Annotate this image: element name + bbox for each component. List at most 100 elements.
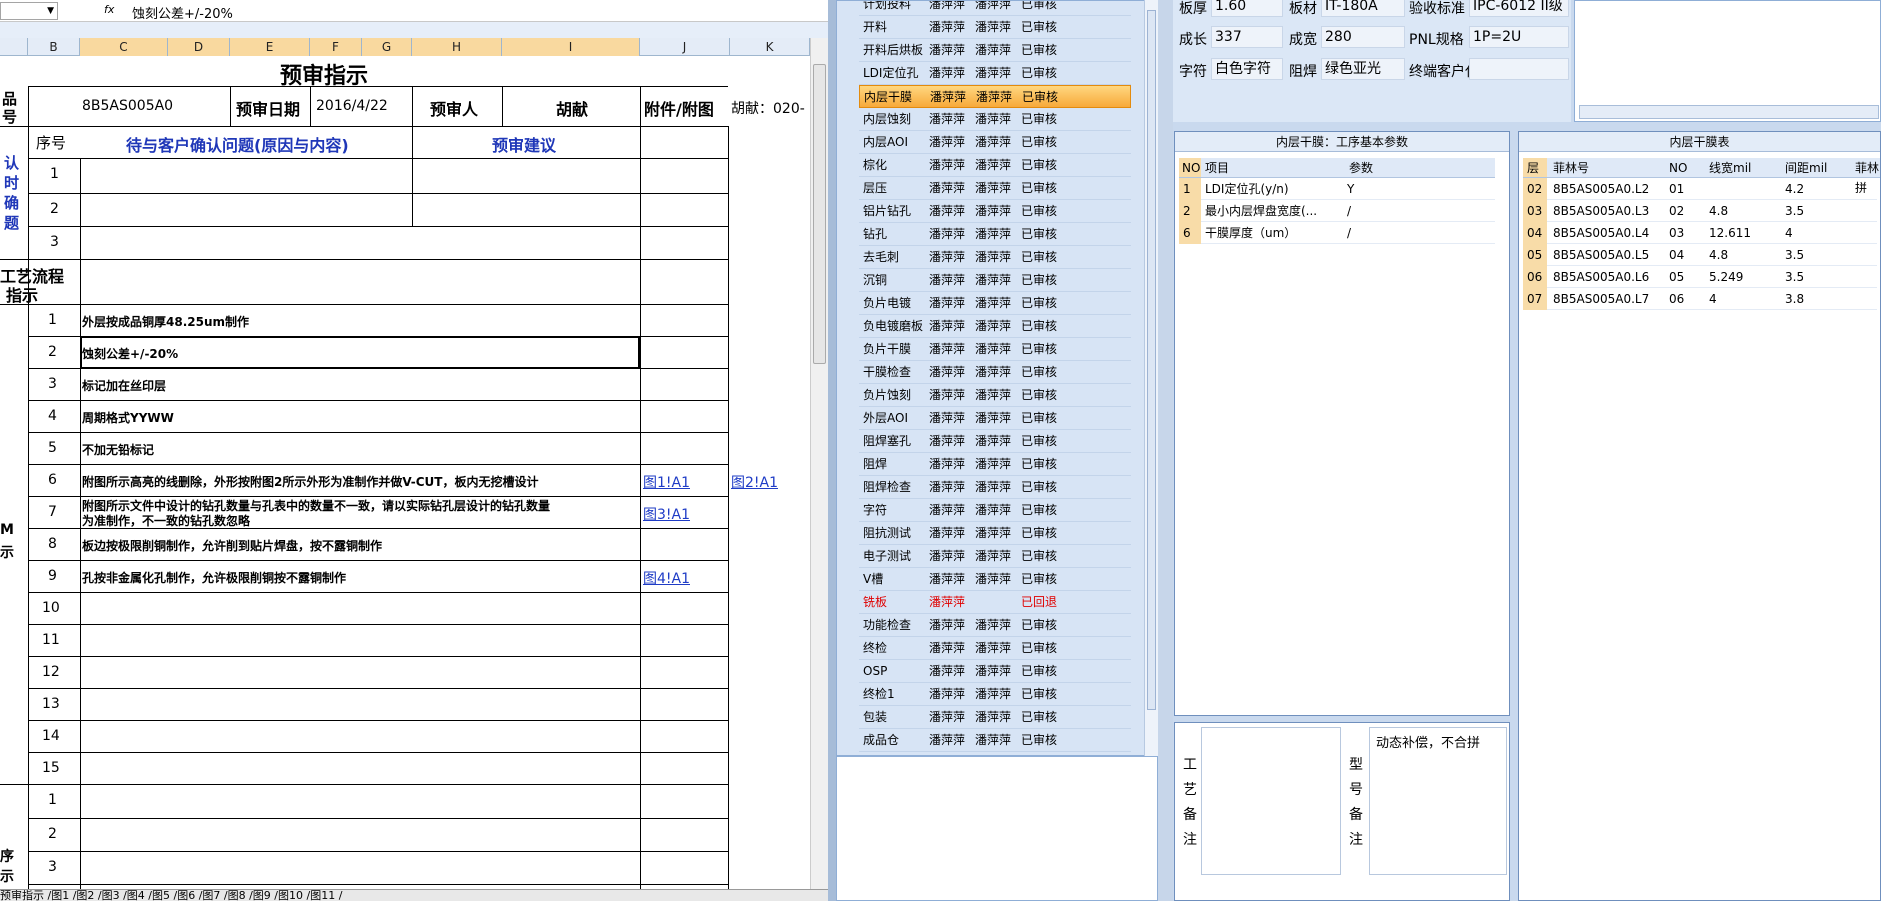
process-row[interactable]: 负电镀磨板 潘萍萍 潘萍萍 已审核 <box>859 315 1131 338</box>
instr-text[interactable]: 附图所示高亮的线删除，外形按附图2所示外形为准制作并做V-CUT，板内无挖槽设计 <box>82 473 638 490</box>
process-row[interactable]: 阻焊 潘萍萍 潘萍萍 已审核 <box>859 453 1131 476</box>
film-row[interactable]: 04 8B5AS005A0.L4 03 12.611 4 <box>1523 222 1877 244</box>
splitter[interactable] <box>828 0 836 901</box>
process-row[interactable]: 功能检查 潘萍萍 潘萍萍 已审核 <box>859 614 1131 637</box>
process-row[interactable]: 阻抗测试 潘萍萍 潘萍萍 已审核 <box>859 522 1131 545</box>
splitter[interactable] <box>1158 0 1173 901</box>
customer-field[interactable] <box>1469 58 1569 80</box>
scroll-thumb[interactable] <box>1147 10 1156 710</box>
process-row[interactable]: 内层蚀刻 潘萍萍 潘萍萍 已审核 <box>859 108 1131 131</box>
process-row[interactable]: 去毛刺 潘萍萍 潘萍萍 已审核 <box>859 246 1131 269</box>
process-row[interactable]: 开料后烘板 潘萍萍 潘萍萍 已审核 <box>859 39 1131 62</box>
instr-text[interactable]: 周期格式YYWW <box>82 409 174 426</box>
name-box[interactable]: ▼ <box>0 2 58 20</box>
sheet-tabs[interactable]: 预审指示 /图1 /图2 /图3 /图4 /图5 /图6 /图7 /图8 /图9… <box>0 889 828 901</box>
process-row[interactable]: 铣板 潘萍萍 已回退 <box>859 591 1131 614</box>
instr-text[interactable]: 孔按非金属化孔制作，允许极限削铜按不露铜制作 <box>82 569 346 586</box>
process-row[interactable]: 铝片钻孔 潘萍萍 潘萍萍 已审核 <box>859 200 1131 223</box>
process-note-field[interactable] <box>1201 727 1341 875</box>
instr-text[interactable]: 标记加在丝印层 <box>82 377 166 394</box>
thickness-field[interactable]: 1.60 <box>1211 0 1283 17</box>
column-header[interactable]: H <box>412 38 502 56</box>
col-header[interactable]: 层 <box>1523 158 1547 178</box>
instr-text[interactable]: 蚀刻公差+/-20% <box>82 345 178 362</box>
process-row[interactable]: 沉铜 潘萍萍 潘萍萍 已审核 <box>859 269 1131 292</box>
process-row[interactable]: 电子测试 潘萍萍 潘萍萍 已审核 <box>859 545 1131 568</box>
film-row[interactable]: 07 8B5AS005A0.L7 06 4 3.8 <box>1523 288 1877 310</box>
process-row[interactable]: 计划投料 潘萍萍 潘萍萍 已审核 <box>859 1 1131 16</box>
attachment-link[interactable]: 图2!A1 <box>731 472 778 492</box>
process-row[interactable]: 层压 潘萍萍 潘萍萍 已审核 <box>859 177 1131 200</box>
process-row[interactable]: 内层干膜 潘萍萍 潘萍萍 已审核 <box>859 85 1131 108</box>
film-row[interactable]: 06 8B5AS005A0.L6 05 5.249 3.5 <box>1523 266 1877 288</box>
col-header[interactable]: NO <box>1663 158 1703 178</box>
column-header[interactable]: J <box>640 38 730 56</box>
process-row[interactable]: 负片蚀刻 潘萍萍 潘萍萍 已审核 <box>859 384 1131 407</box>
process-row[interactable]: 终检 潘萍萍 潘萍萍 已审核 <box>859 637 1131 660</box>
pnl-field[interactable]: 1P=2U <box>1469 26 1569 48</box>
col-header[interactable]: 间距mil <box>1779 158 1849 178</box>
product-number[interactable]: 8B5AS005A0 <box>82 98 173 114</box>
col-header[interactable]: 参数 <box>1345 158 1495 178</box>
review-date[interactable]: 2016/4/22 <box>316 98 388 114</box>
attachment-link[interactable]: 图1!A1 <box>643 472 690 492</box>
attachment-link[interactable]: 图3!A1 <box>643 504 690 524</box>
char-field[interactable]: 白色字符 <box>1211 58 1283 80</box>
process-row[interactable]: 终检1 潘萍萍 潘萍萍 已审核 <box>859 683 1131 706</box>
column-header[interactable]: I <box>502 38 640 56</box>
process-row[interactable]: 成品仓 潘萍萍 潘萍萍 已审核 <box>859 729 1131 752</box>
column-header[interactable]: C <box>80 38 168 56</box>
standard-field[interactable]: IPC-6012 II级 <box>1469 0 1569 17</box>
reviewer-name[interactable]: 胡献 <box>556 96 588 120</box>
process-row[interactable]: V槽 潘萍萍 潘萍萍 已审核 <box>859 568 1131 591</box>
process-row[interactable]: 外层AOI 潘萍萍 潘萍萍 已审核 <box>859 407 1131 430</box>
param-row[interactable]: 1 LDI定位孔(y/n) Y <box>1179 178 1495 200</box>
column-header[interactable]: F <box>310 38 362 56</box>
material-field[interactable]: IT-180A <box>1321 0 1405 17</box>
process-row[interactable]: 棕化 潘萍萍 潘萍萍 已审核 <box>859 154 1131 177</box>
process-row[interactable]: 负片电镀 潘萍萍 潘萍萍 已审核 <box>859 292 1131 315</box>
chevron-down-icon[interactable]: ▼ <box>47 3 54 19</box>
horizontal-scrollbar[interactable] <box>1579 105 1879 119</box>
param-row[interactable]: 2 最小内层焊盘宽度(... / <box>1179 200 1495 222</box>
process-row[interactable]: 阻焊塞孔 潘萍萍 潘萍萍 已审核 <box>859 430 1131 453</box>
process-row[interactable]: 包装 潘萍萍 潘萍萍 已审核 <box>859 706 1131 729</box>
instr-text-cont[interactable]: 为准制作，不一致的钻孔数忽略 <box>82 512 250 529</box>
fx-icon[interactable]: fx <box>104 3 114 16</box>
column-header[interactable]: K <box>730 38 810 56</box>
column-header[interactable]: D <box>168 38 230 56</box>
column-header-a[interactable] <box>0 38 28 56</box>
scroll-thumb[interactable] <box>813 64 826 364</box>
process-row[interactable]: 阻焊检查 潘萍萍 潘萍萍 已审核 <box>859 476 1131 499</box>
process-row[interactable]: 负片干膜 潘萍萍 潘萍萍 已审核 <box>859 338 1131 361</box>
formula-input[interactable]: 蚀刻公差+/-20% <box>132 3 233 22</box>
instr-text[interactable]: 板边按极限削铜制作，允许削到贴片焊盘，按不露铜制作 <box>82 537 382 554</box>
process-row[interactable]: 内层AOI 潘萍萍 潘萍萍 已审核 <box>859 131 1131 154</box>
model-note-field[interactable]: 动态补偿，不合拼 <box>1369 727 1507 875</box>
process-row[interactable]: 钻孔 潘萍萍 潘萍萍 已审核 <box>859 223 1131 246</box>
column-header[interactable]: B <box>28 38 80 56</box>
col-header[interactable]: 线宽mil <box>1703 158 1779 178</box>
instr-text[interactable]: 不加无铅标记 <box>82 441 154 458</box>
process-list-scrollbar[interactable] <box>1144 0 1158 756</box>
process-row[interactable]: 字符 潘萍萍 潘萍萍 已审核 <box>859 499 1131 522</box>
col-header[interactable]: 菲林拼 <box>1849 158 1880 195</box>
film-row[interactable]: 05 8B5AS005A0.L5 04 4.8 3.5 <box>1523 244 1877 266</box>
instr-text[interactable]: 外层按成品铜厚48.25um制作 <box>82 313 249 330</box>
process-row[interactable]: 干膜检查 潘萍萍 潘萍萍 已审核 <box>859 361 1131 384</box>
col-header[interactable]: 项目 <box>1201 158 1345 178</box>
mask-field[interactable]: 绿色亚光 <box>1321 58 1405 80</box>
column-header[interactable]: E <box>230 38 310 56</box>
contact-note[interactable]: 胡献：020- <box>731 98 810 118</box>
film-row[interactable]: 02 8B5AS005A0.L2 01 4.2 <box>1523 178 1877 200</box>
process-row[interactable]: LDI定位孔 潘萍萍 潘萍萍 已审核 <box>859 62 1131 85</box>
param-row[interactable]: 6 干膜厚度（um） / <box>1179 222 1495 244</box>
process-row[interactable]: OSP 潘萍萍 潘萍萍 已审核 <box>859 660 1131 683</box>
process-row[interactable]: 开料 潘萍萍 潘萍萍 已审核 <box>859 16 1131 39</box>
col-header[interactable]: 菲林号 <box>1547 158 1663 178</box>
film-row[interactable]: 03 8B5AS005A0.L3 02 4.8 3.5 <box>1523 200 1877 222</box>
column-header[interactable]: G <box>362 38 412 56</box>
width-field[interactable]: 280 <box>1321 26 1405 48</box>
length-field[interactable]: 337 <box>1211 26 1283 48</box>
attachment-link[interactable]: 图4!A1 <box>643 568 690 588</box>
